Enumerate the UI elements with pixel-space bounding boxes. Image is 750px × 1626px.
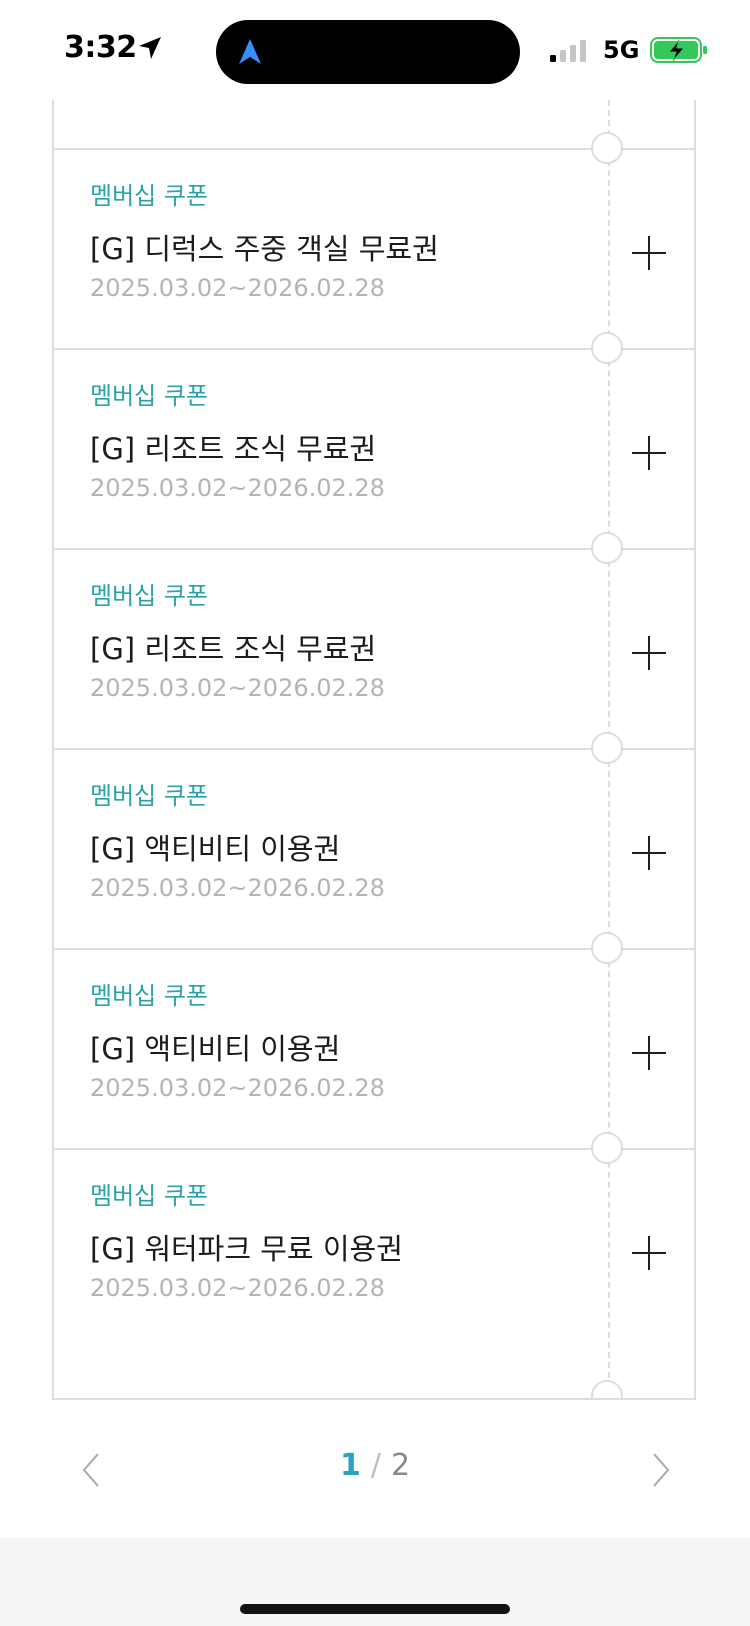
coupon-title: [G] 리조트 조식 무료권 [90, 632, 377, 666]
coupon-list: 멤버십 쿠폰 [G] 디럭스 주중 객실 무료권 2025.03.02~2026… [52, 100, 696, 1400]
page-separator: / [370, 1448, 381, 1483]
coupon-card[interactable]: 멤버십 쿠폰 [G] 액티비티 이용권 2025.03.02~2026.02.2… [54, 748, 694, 956]
navigation-arrow-icon [239, 39, 261, 64]
page-total: 2 [390, 1448, 411, 1483]
coupon-card[interactable]: 멤버십 쿠폰 [G] 워터파크 무료 이용권 2025.03.02~2026.0… [54, 1148, 694, 1356]
coupon-type: 멤버십 쿠폰 [90, 382, 209, 410]
coupon-period: 2025.03.02~2026.02.28 [90, 1274, 385, 1302]
ticket-notch [591, 332, 623, 364]
coupon-period: 2025.03.02~2026.02.28 [90, 274, 385, 302]
home-indicator[interactable] [240, 1604, 510, 1614]
location-arrow-icon [139, 37, 161, 59]
network-type: 5G [603, 36, 640, 64]
status-bar: 3:32 5G [0, 0, 750, 100]
coupon-period: 2025.03.02~2026.02.28 [90, 874, 385, 902]
coupon-card[interactable]: 멤버십 쿠폰 [G] 디럭스 주중 객실 무료권 2025.03.02~2026… [54, 148, 694, 356]
coupon-type: 멤버십 쿠폰 [90, 582, 209, 610]
coupon-type: 멤버십 쿠폰 [90, 1182, 209, 1210]
plus-icon[interactable] [632, 436, 666, 470]
pagination: 1 / 2 [0, 1440, 750, 1500]
chevron-right-icon[interactable] [640, 1450, 680, 1490]
coupon-title: [G] 액티비티 이용권 [90, 832, 341, 866]
coupon-title: [G] 액티비티 이용권 [90, 1032, 341, 1066]
status-time: 3:32 [64, 30, 137, 65]
coupon-card[interactable]: 멤버십 쿠폰 [G] 액티비티 이용권 2025.03.02~2026.02.2… [54, 948, 694, 1156]
ticket-notch [591, 932, 623, 964]
plus-icon[interactable] [632, 236, 666, 270]
plus-icon[interactable] [632, 1236, 666, 1270]
coupon-period: 2025.03.02~2026.02.28 [90, 674, 385, 702]
ticket-notch [591, 1380, 623, 1398]
coupon-type: 멤버십 쿠폰 [90, 182, 209, 210]
coupon-period: 2025.03.02~2026.02.28 [90, 474, 385, 502]
plus-icon[interactable] [632, 836, 666, 870]
ticket-notch [591, 532, 623, 564]
ticket-notch [591, 732, 623, 764]
cellular-signal-icon [550, 40, 586, 62]
coupon-card[interactable]: 멤버십 쿠폰 [G] 리조트 조식 무료권 2025.03.02~2026.02… [54, 548, 694, 756]
ticket-notch [591, 1132, 623, 1164]
page-counter: 1 / 2 [0, 1448, 750, 1483]
coupon-title: [G] 워터파크 무료 이용권 [90, 1232, 403, 1266]
coupon-type: 멤버십 쿠폰 [90, 782, 209, 810]
ticket-notch [591, 132, 623, 164]
coupon-card[interactable]: 멤버십 쿠폰 [G] 리조트 조식 무료권 2025.03.02~2026.02… [54, 348, 694, 556]
page-current: 1 [339, 1448, 361, 1483]
coupon-title: [G] 디럭스 주중 객실 무료권 [90, 232, 439, 266]
coupon-type: 멤버십 쿠폰 [90, 982, 209, 1010]
battery-charging-icon [650, 37, 707, 63]
plus-icon[interactable] [632, 1036, 666, 1070]
coupon-period: 2025.03.02~2026.02.28 [90, 1074, 385, 1102]
coupon-title: [G] 리조트 조식 무료권 [90, 432, 377, 466]
plus-icon[interactable] [632, 636, 666, 670]
